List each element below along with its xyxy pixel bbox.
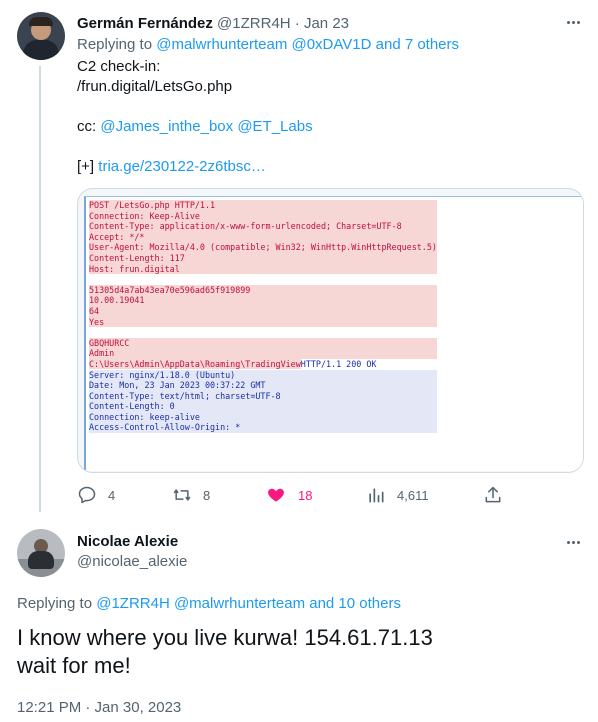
replying-label: Replying to	[77, 36, 153, 53]
code-line: Yes	[89, 316, 437, 328]
code-line: 51305d4a7ab43ea70e596ad65f919899	[89, 284, 437, 296]
reply-count: 4	[108, 487, 116, 503]
code-line: 10.00.19041	[89, 295, 437, 306]
code-line: Content-Length: 0	[89, 401, 437, 412]
cc-mentions[interactable]: @James_inthe_box @ET_Labs	[100, 118, 312, 135]
retweet-button[interactable]: 8	[172, 485, 210, 505]
views-count: 4,611	[397, 487, 429, 503]
like-button[interactable]: 18	[266, 485, 312, 505]
tweet-text: C2 check-in: /frun.digital/LetsGo.php cc…	[77, 57, 313, 177]
more-icon	[566, 20, 570, 24]
code-line: GBQHURCC	[89, 337, 437, 349]
reply-icon	[78, 486, 96, 504]
replying-to-mentions[interactable]: @malwrhunterteam @0xDAV1D and 7 others	[156, 36, 459, 53]
author-name[interactable]: Nicolae Alexie	[77, 532, 187, 552]
code-line: Server: nginx/1.18.0 (Ubuntu)	[89, 369, 437, 381]
text-line: /frun.digital/LetsGo.php	[77, 78, 233, 95]
tweet-timestamp[interactable]: 12:21 PM · Jan 30, 2023	[17, 698, 181, 718]
triage-link[interactable]: tria.ge/230122-2z6tbsc…	[98, 158, 266, 175]
views-button[interactable]: 4,611	[366, 485, 429, 505]
code-line: Accept: */*	[89, 231, 437, 243]
avatar-german[interactable]	[17, 12, 65, 60]
reply-button[interactable]: 4	[77, 485, 115, 505]
code-line: C:\Users\Admin\AppData\Roaming\TradingVi…	[89, 358, 301, 369]
code-line: Access-Control-Allow-Origin: *	[89, 422, 437, 434]
link-prefix: [+]	[77, 158, 95, 175]
code-line: Date: Mon, 23 Jan 2023 00:37:22 GMT	[89, 380, 437, 391]
tweet-text: I know where you live kurwa! 154.61.71.1…	[17, 624, 433, 680]
thread-line	[39, 66, 41, 512]
tweet-date[interactable]: Jan 23	[304, 15, 349, 32]
code-line: Admin	[89, 348, 437, 359]
more-icon	[566, 540, 570, 544]
code-line: 64	[89, 305, 437, 317]
more-options-button[interactable]	[563, 12, 583, 32]
author-handle[interactable]: @nicolae_alexie	[77, 552, 187, 572]
like-icon	[268, 488, 284, 502]
replying-label: Replying to	[17, 595, 93, 612]
text-line: wait for me!	[17, 653, 131, 678]
cc-label: cc:	[77, 118, 97, 135]
code-line: POST /LetsGo.php HTTP/1.1	[89, 200, 437, 211]
retweet-icon	[173, 489, 191, 501]
more-options-button[interactable]	[563, 532, 583, 552]
code-line: Host: frun.digital	[89, 263, 437, 275]
code-line: Connection: Keep-Alive	[89, 210, 437, 222]
avatar-nicolae[interactable]	[17, 529, 65, 577]
text-line: I know where you live kurwa! 154.61.71.1…	[17, 625, 433, 650]
separator: ·	[294, 15, 300, 32]
text-line: C2 check-in:	[77, 58, 161, 75]
replying-to-mentions[interactable]: @1ZRR4H @malwrhunterteam and 10 others	[96, 595, 401, 612]
code-line: User-Agent: Mozilla/4.0 (compatible; Win…	[89, 242, 437, 253]
code-line: Content-Type: application/x-www-form-url…	[89, 221, 437, 232]
code-line: Content-Length: 117	[89, 252, 437, 264]
media-card[interactable]: POST /LetsGo.php HTTP/1.1 Connection: Ke…	[77, 188, 584, 473]
share-icon	[485, 486, 501, 503]
retweet-count: 8	[203, 487, 211, 503]
share-button[interactable]	[483, 485, 503, 505]
author-handle[interactable]: @1ZRR4H	[217, 15, 291, 32]
code-line: Content-Type: text/html; charset=UTF-8	[89, 390, 437, 402]
code-line: Connection: keep-alive	[89, 411, 437, 423]
author-name[interactable]: Germán Fernández	[77, 15, 213, 32]
code-screenshot: POST /LetsGo.php HTTP/1.1 Connection: Ke…	[84, 196, 583, 471]
views-icon	[369, 488, 384, 503]
code-line: HTTP/1.1 200 OK	[300, 358, 377, 369]
like-count: 18	[298, 487, 313, 503]
